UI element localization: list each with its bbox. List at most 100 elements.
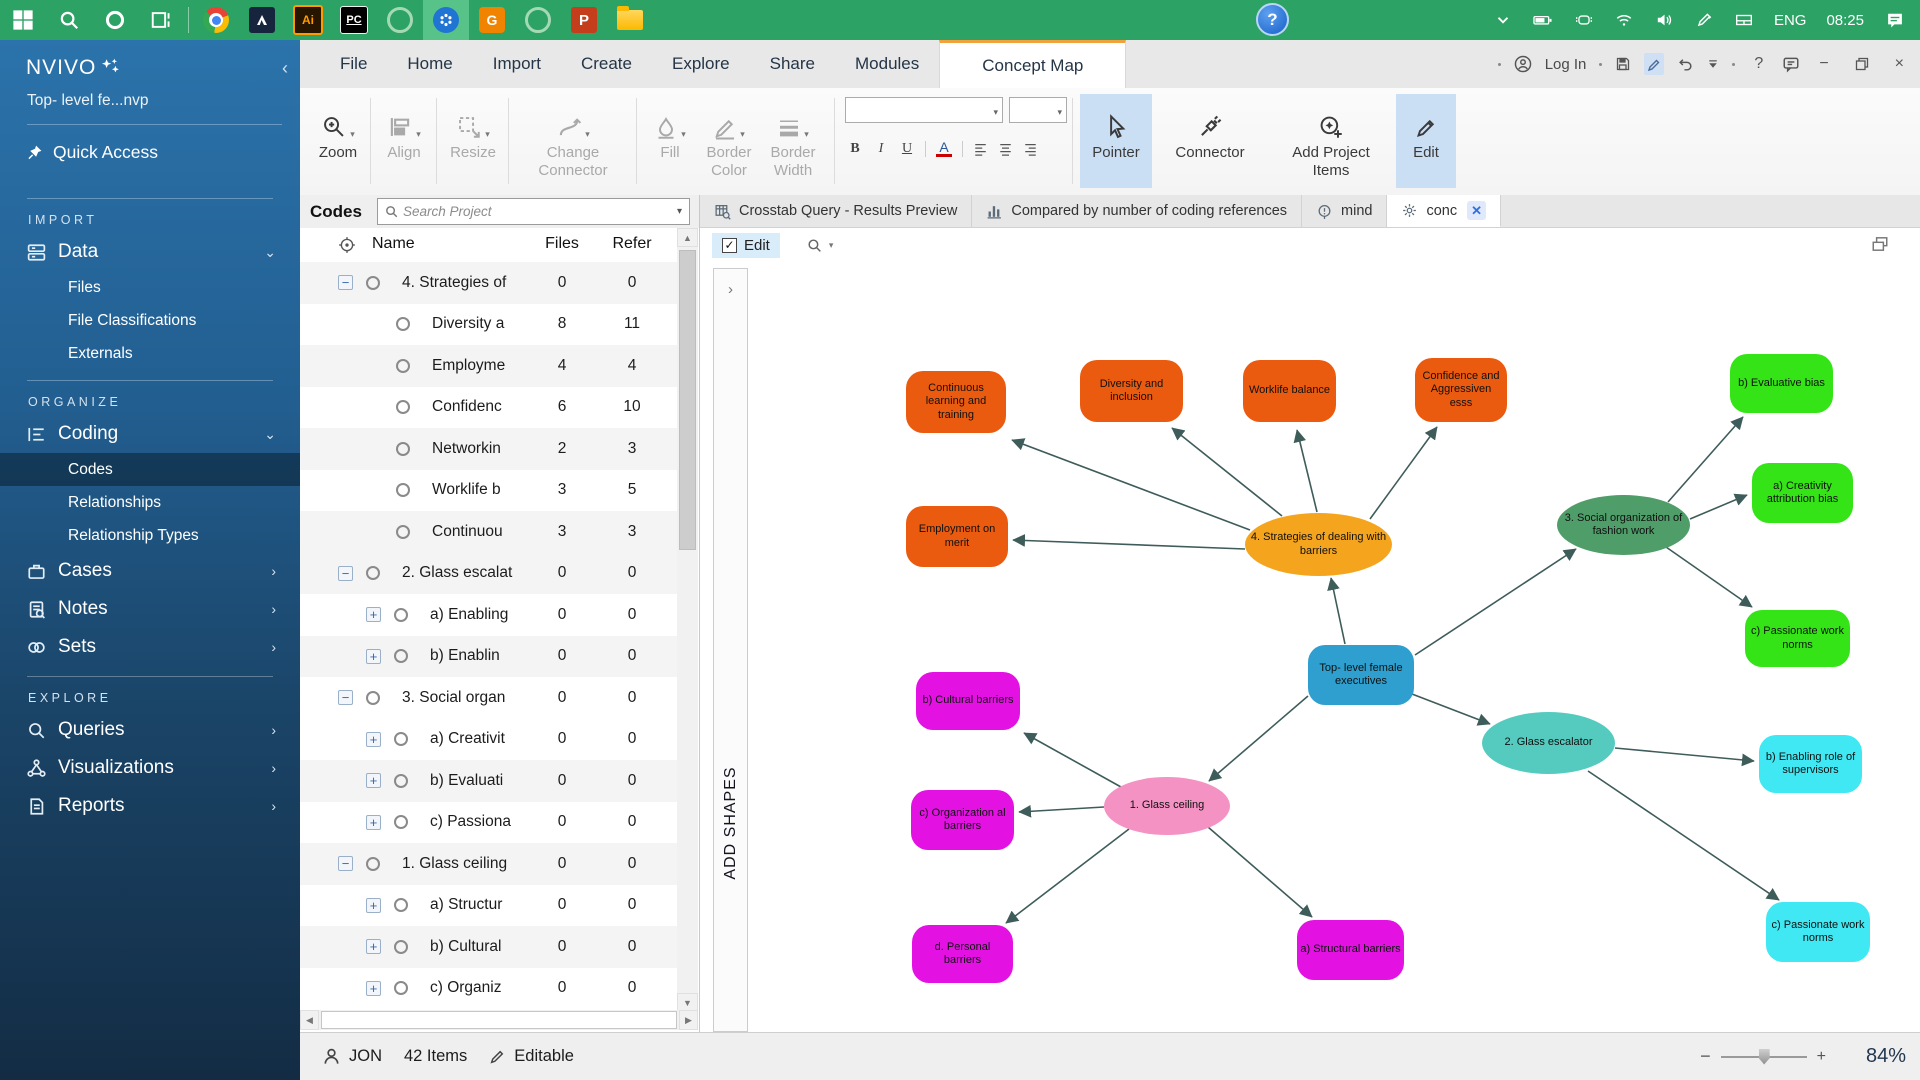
expand-icon[interactable]: +	[366, 648, 381, 664]
column-header-name[interactable]: Name	[372, 235, 415, 253]
sidebar-item-cases[interactable]: Cases ›	[0, 552, 300, 590]
search-box[interactable]: ▾	[377, 198, 690, 225]
language-indicator[interactable]: ENG	[1774, 12, 1807, 29]
column-header-refer[interactable]: Refer	[606, 235, 658, 253]
document-tab-compared-by-number-of-coding-references[interactable]: Compared by number of coding references	[972, 195, 1303, 227]
nvivo-taskbar-icon[interactable]	[423, 0, 469, 40]
affinity-app-icon[interactable]	[239, 0, 285, 40]
fill-button[interactable]: ▾ Fill	[648, 94, 692, 188]
align-right-icon[interactable]	[1023, 142, 1038, 156]
cortana-ring-icon[interactable]	[92, 0, 138, 40]
ribbon-tab-import[interactable]: Import	[473, 40, 561, 88]
scroll-left-icon[interactable]: ◀	[300, 1010, 319, 1030]
collapse-icon[interactable]: −	[338, 856, 353, 872]
code-row[interactable]: Worklife b 3 5	[300, 470, 678, 512]
canvas-zoom-dropdown[interactable]: ▾	[806, 237, 833, 254]
zoom-button[interactable]: ▾ Zoom	[312, 94, 364, 188]
zoom-out-button[interactable]: −	[1700, 1046, 1711, 1067]
code-row[interactable]: + c) Organiz 0 0	[300, 968, 678, 1010]
expand-icon[interactable]: +	[366, 814, 381, 830]
underline-button[interactable]: U	[899, 141, 915, 157]
sidebar-item-visualizations[interactable]: Visualizations ›	[0, 749, 300, 787]
user-indicator[interactable]: JON	[322, 1047, 382, 1066]
codes-horizontal-scrollbar[interactable]: ◀ ▶	[300, 1010, 698, 1030]
sidebar-item-data[interactable]: Data ⌄	[0, 233, 300, 271]
map-node-passionate_green[interactable]: c) Passionate work norms	[1745, 610, 1850, 667]
screen-record-icon[interactable]	[1574, 11, 1594, 29]
align-button[interactable]: ▾ Align	[378, 94, 430, 188]
chevron-right-icon[interactable]: ›	[271, 601, 276, 617]
map-node-toplevel[interactable]: Top- level female executives	[1308, 645, 1414, 705]
expand-icon[interactable]: +	[366, 607, 381, 623]
sidebar-item-notes[interactable]: Notes ›	[0, 590, 300, 628]
restore-button[interactable]	[1848, 56, 1876, 72]
feedback-icon[interactable]	[1782, 55, 1800, 73]
code-row[interactable]: + b) Cultural 0 0	[300, 926, 678, 968]
map-node-structural[interactable]: a) Structural barriers	[1297, 920, 1404, 980]
document-tab-mind[interactable]: mind	[1302, 195, 1388, 227]
column-header-files[interactable]: Files	[536, 235, 588, 253]
chrome-icon[interactable]	[193, 0, 239, 40]
file-explorer-icon[interactable]	[607, 0, 653, 40]
align-left-icon[interactable]	[973, 142, 988, 156]
code-row[interactable]: − 2. Glass escalat 0 0	[300, 552, 678, 594]
map-node-creativity[interactable]: a) Creativity attribution bias	[1752, 463, 1853, 523]
sidebar-item-relationships[interactable]: Relationships	[0, 486, 300, 519]
code-row[interactable]: + b) Evaluati 0 0	[300, 760, 678, 802]
map-node-enabling[interactable]: b) Enabling role of supervisors	[1759, 735, 1862, 793]
code-row[interactable]: + c) Passiona 0 0	[300, 802, 678, 844]
powerpoint-icon[interactable]	[561, 0, 607, 40]
change-connector-button[interactable]: ▾ Change Connector	[518, 94, 628, 188]
illustrator-icon[interactable]	[285, 0, 331, 40]
code-row[interactable]: − 3. Social organ 0 0	[300, 677, 678, 719]
pointer-button[interactable]: Pointer	[1080, 94, 1152, 188]
expand-panel-chevron-icon[interactable]: ›	[714, 281, 747, 298]
map-node-continuous[interactable]: Continuous learning and training	[906, 371, 1006, 433]
add-shapes-panel[interactable]: › ADD SHAPES	[713, 268, 748, 1032]
ribbon-tab-concept-map[interactable]: Concept Map	[939, 40, 1127, 88]
account-icon[interactable]	[1514, 55, 1532, 73]
pen-icon[interactable]	[1694, 11, 1714, 29]
sidebar-item-coding[interactable]: Coding ⌄	[0, 415, 300, 453]
loading-ring2-icon[interactable]	[515, 0, 561, 40]
undo-icon[interactable]	[1677, 56, 1694, 73]
sidebar-item-relationship-types[interactable]: Relationship Types	[0, 519, 300, 552]
expand-icon[interactable]: +	[366, 980, 381, 996]
g-app-icon[interactable]	[469, 0, 515, 40]
align-center-icon[interactable]	[998, 142, 1013, 156]
expand-icon[interactable]: +	[366, 939, 381, 955]
map-node-cultural[interactable]: b) Cultural barriers	[916, 672, 1020, 730]
close-tab-icon[interactable]: ✕	[1467, 201, 1487, 220]
scroll-right-icon[interactable]: ▶	[679, 1010, 698, 1030]
chevron-right-icon[interactable]: ›	[271, 722, 276, 738]
loading-ring-icon[interactable]	[377, 0, 423, 40]
task-view-icon[interactable]	[138, 0, 184, 40]
sidebar-item-files[interactable]: Files	[0, 271, 300, 304]
quick-edit-chip[interactable]	[1644, 53, 1665, 75]
clock[interactable]: 08:25	[1826, 12, 1864, 29]
help-bubble-icon[interactable]: ?	[1256, 3, 1289, 36]
battery-icon[interactable]	[1532, 11, 1554, 29]
collapse-icon[interactable]: −	[338, 275, 353, 291]
code-row[interactable]: − 1. Glass ceiling 0 0	[300, 843, 678, 885]
collapse-icon[interactable]: −	[338, 690, 353, 706]
sidebar-item-queries[interactable]: Queries ›	[0, 711, 300, 749]
map-node-social[interactable]: 3. Social organization of fashion work	[1557, 495, 1690, 555]
minimize-button[interactable]: −	[1813, 55, 1834, 73]
volume-icon[interactable]	[1654, 11, 1674, 29]
help-icon[interactable]: ?	[1748, 55, 1769, 73]
map-node-escalator[interactable]: 2. Glass escalator	[1482, 712, 1615, 774]
zoom-slider-handle[interactable]	[1758, 1048, 1770, 1065]
taskbar-search-icon[interactable]	[46, 0, 92, 40]
codes-vertical-scrollbar[interactable]: ▲ ▼	[677, 228, 698, 1012]
ribbon-tab-share[interactable]: Share	[750, 40, 835, 88]
scroll-up-icon[interactable]: ▲	[677, 228, 698, 247]
search-input[interactable]	[399, 204, 677, 219]
search-scope-chevron-icon[interactable]: ▾	[677, 206, 689, 217]
scrollbar-thumb[interactable]	[679, 250, 696, 550]
expand-icon[interactable]: +	[366, 773, 381, 789]
touch-keyboard-icon[interactable]	[1734, 11, 1754, 29]
sidebar-item-codes[interactable]: Codes	[0, 453, 300, 486]
code-row[interactable]: Networkin 2 3	[300, 428, 678, 470]
expand-icon[interactable]: +	[366, 731, 381, 747]
